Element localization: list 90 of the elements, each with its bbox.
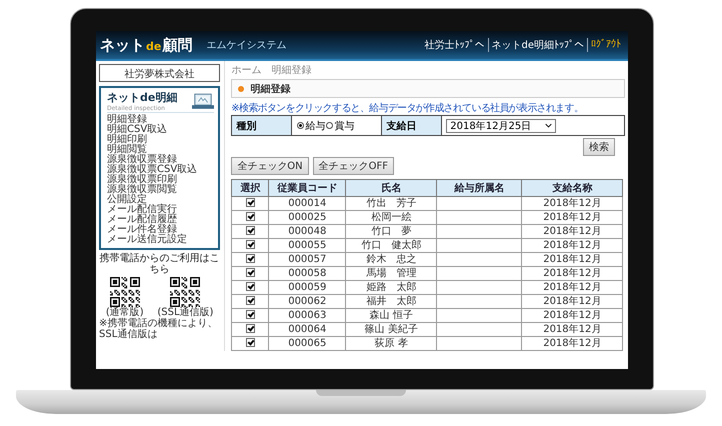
checkbox[interactable] bbox=[246, 338, 255, 348]
page-title: 明細登録 bbox=[250, 82, 290, 96]
checkbox[interactable] bbox=[246, 226, 255, 236]
menu-link[interactable]: 明細印刷 bbox=[107, 135, 214, 145]
table-cell: 2018年12月 bbox=[522, 238, 623, 252]
radio-option[interactable]: 給与 bbox=[296, 118, 326, 132]
qr-label: (通常版) bbox=[106, 307, 144, 318]
table-cell: 松岡一絵 bbox=[346, 210, 437, 224]
check-all-button[interactable]: 全チェックON bbox=[231, 157, 309, 175]
checkbox[interactable] bbox=[246, 296, 255, 306]
breadcrumb-link[interactable]: ホーム bbox=[231, 63, 262, 77]
table-cell: 000057 bbox=[268, 252, 346, 266]
monitor-icon bbox=[192, 92, 214, 110]
table-cell: 2018年12月 bbox=[522, 266, 623, 280]
table-cell: 荻原 孝 bbox=[346, 336, 437, 350]
checkbox[interactable] bbox=[246, 324, 255, 334]
table-cell: 篠山 美紀子 bbox=[346, 322, 437, 336]
table-cell: 000058 bbox=[268, 266, 346, 280]
radio-option[interactable]: 賞与 bbox=[325, 118, 354, 132]
header-link[interactable]: ネットde明細ﾄｯﾌﾟへ bbox=[488, 38, 587, 52]
table-cell: 000025 bbox=[268, 210, 346, 224]
table-cell: 000063 bbox=[268, 308, 346, 322]
table-cell: 2018年12月 bbox=[522, 224, 623, 238]
menu-title: ネットde明細 bbox=[107, 90, 178, 105]
table-cell: 竹出 芳子 bbox=[346, 196, 437, 210]
chevron-down-icon bbox=[545, 123, 552, 128]
company-name: 社労夢株式会社 bbox=[99, 64, 220, 82]
menu-link[interactable]: 源泉徴収票CSV取込 bbox=[107, 165, 214, 175]
table-cell: 2018年12月 bbox=[522, 294, 623, 308]
table-cell: 竹口 健太郎 bbox=[346, 238, 437, 252]
checkbox[interactable] bbox=[246, 198, 255, 208]
column-header: 氏名 bbox=[346, 180, 437, 196]
column-header: 従業員コード bbox=[268, 180, 346, 196]
search-button[interactable]: 検索 bbox=[583, 138, 615, 156]
menu-link[interactable]: 源泉徴収票登録 bbox=[107, 155, 214, 165]
table-cell: 000048 bbox=[268, 224, 346, 238]
menu-link[interactable]: メール送信元設定 bbox=[107, 235, 214, 245]
table-cell: 2018年12月 bbox=[522, 252, 623, 266]
menu-link[interactable]: 公開設定 bbox=[107, 195, 214, 205]
logo[interactable]: ネット de顧問 bbox=[100, 36, 192, 54]
table-cell: 000062 bbox=[268, 294, 346, 308]
checkbox[interactable] bbox=[246, 254, 255, 264]
table-cell: 姫路 太郎 bbox=[346, 280, 437, 294]
table-cell: 2018年12月 bbox=[522, 308, 623, 322]
menu-link[interactable]: メール配信履歴 bbox=[107, 215, 214, 225]
bullet-icon bbox=[238, 86, 244, 92]
header-link[interactable]: 社労士ﾄｯﾌﾟへ bbox=[422, 38, 488, 52]
table-cell: 2018年12月 bbox=[522, 210, 623, 224]
table-cell: 馬場 管理 bbox=[346, 266, 437, 280]
table-cell: 2018年12月 bbox=[522, 322, 623, 336]
qr-code-icon bbox=[170, 277, 200, 307]
table-cell: 竹口 夢 bbox=[346, 224, 437, 238]
checkbox[interactable] bbox=[246, 268, 255, 278]
table-cell: 2018年12月 bbox=[522, 280, 623, 294]
column-header: 選択 bbox=[232, 180, 269, 196]
menu-link[interactable]: 源泉徴収票閲覧 bbox=[107, 185, 214, 195]
system-name: エムケイシステム bbox=[206, 39, 286, 52]
table-cell: 000059 bbox=[268, 280, 346, 294]
table-cell: 2018年12月 bbox=[522, 336, 623, 350]
menu-link[interactable]: メール件名登録 bbox=[107, 225, 214, 235]
menu-link[interactable]: 明細CSV取込 bbox=[107, 125, 214, 135]
menu-link[interactable]: 明細閲覧 bbox=[107, 145, 214, 155]
menu-link[interactable]: 明細登録 bbox=[107, 115, 214, 125]
table-cell: 森山 恒子 bbox=[346, 308, 437, 322]
field-label: 種別 bbox=[232, 116, 292, 135]
checkbox[interactable] bbox=[246, 212, 255, 222]
checkbox[interactable] bbox=[246, 310, 255, 320]
breadcrumb-link[interactable]: 明細登録 bbox=[271, 63, 312, 77]
menu-link[interactable]: 源泉徴収票印刷 bbox=[107, 175, 214, 185]
field-label: 支給日 bbox=[382, 116, 442, 135]
mobile-note: ※携帯電話の機種により、SSL通信版は bbox=[99, 318, 218, 340]
date-select[interactable]: 2018年12月25日 bbox=[446, 118, 556, 132]
checkbox[interactable] bbox=[246, 240, 255, 250]
table-cell: 000014 bbox=[268, 196, 346, 210]
menu-link[interactable]: メール配信実行 bbox=[107, 205, 214, 215]
mobile-caption: 携帯電話からのご利用はこちら bbox=[99, 253, 220, 275]
checkbox[interactable] bbox=[246, 282, 255, 292]
table-cell: 鈴木 忠之 bbox=[346, 252, 437, 266]
table-cell: 福井 太郎 bbox=[346, 294, 437, 308]
qr-code-icon bbox=[110, 277, 140, 307]
logout-link[interactable]: ﾛｸﾞｱｳﾄ bbox=[587, 38, 624, 52]
qr-label: (SSL通信版) bbox=[157, 307, 214, 318]
table-cell: 000065 bbox=[268, 336, 346, 350]
column-header: 支給名称 bbox=[522, 180, 623, 196]
notice-text: ※検索ボタンをクリックすると、給与データが作成されている社員が表示されます。 bbox=[231, 102, 584, 115]
check-all-button[interactable]: 全チェックOFF bbox=[312, 157, 394, 175]
table-cell: 000055 bbox=[268, 238, 346, 252]
table-cell: 000064 bbox=[268, 322, 346, 336]
column-header: 給与所属名 bbox=[436, 180, 522, 196]
table-cell: 2018年12月 bbox=[522, 196, 623, 210]
